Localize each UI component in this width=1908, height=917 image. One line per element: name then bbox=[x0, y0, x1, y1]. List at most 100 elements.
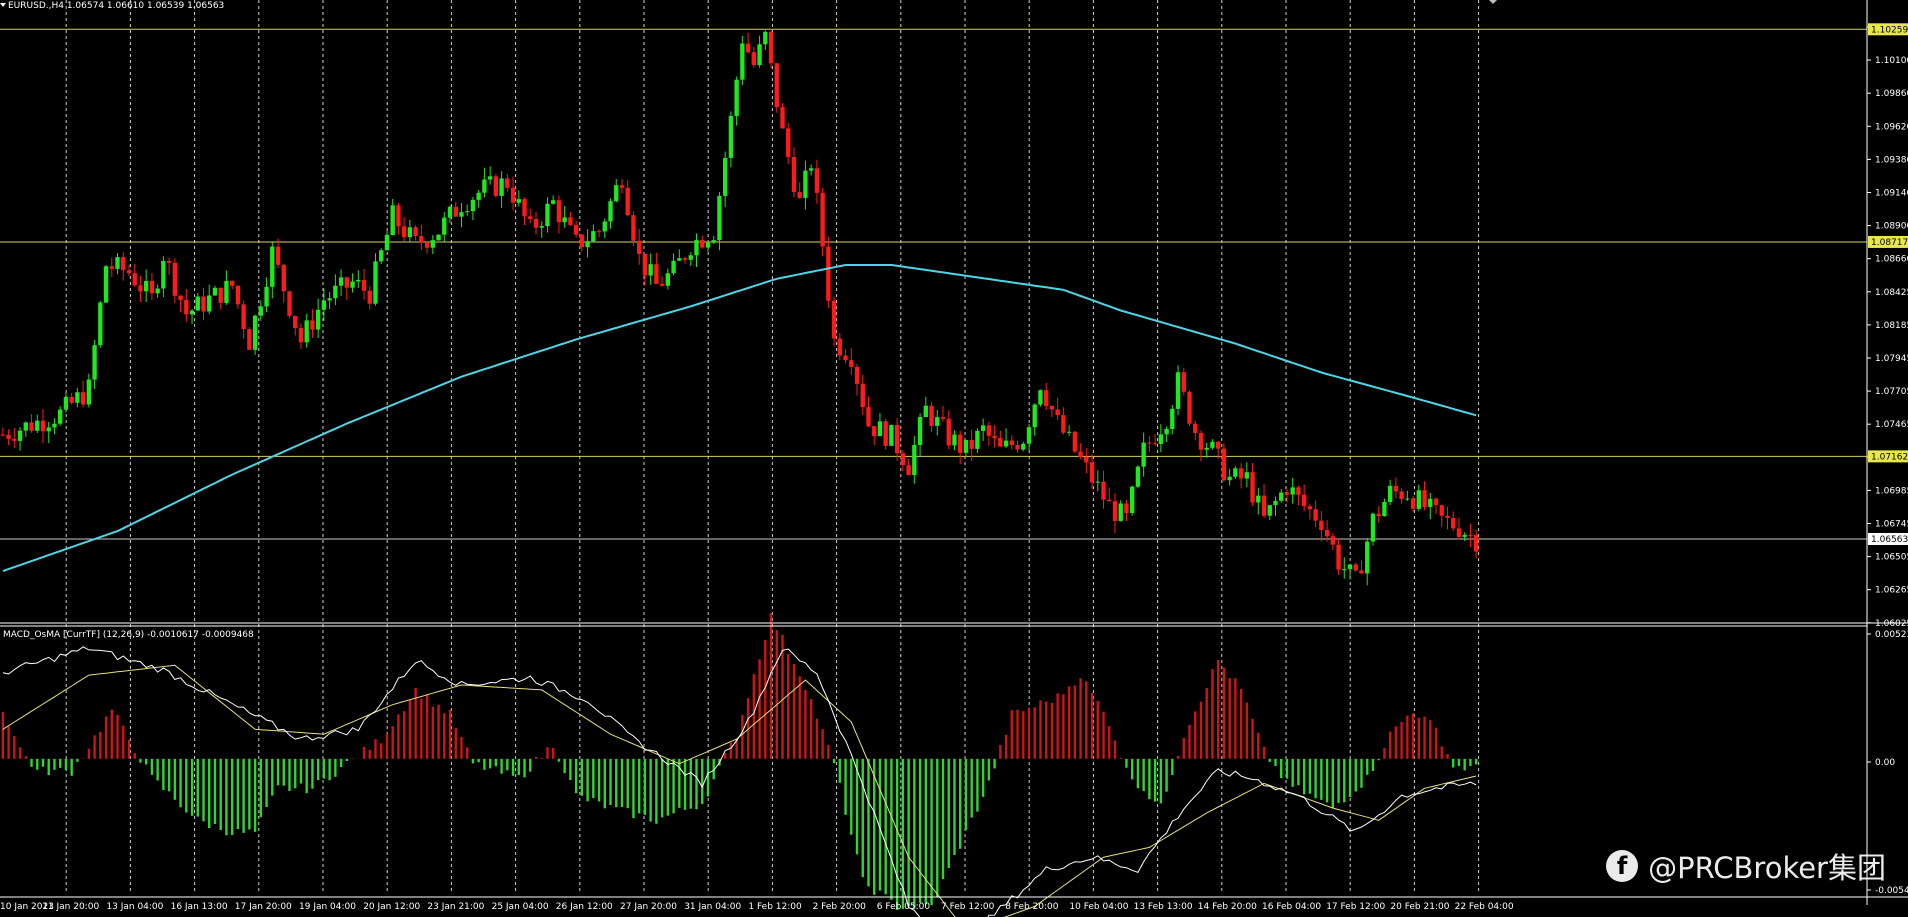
candle-body bbox=[1175, 372, 1181, 409]
candle-body bbox=[780, 107, 785, 129]
price-tick-label: 1.07465 bbox=[1875, 420, 1908, 430]
candle-body bbox=[1290, 487, 1295, 495]
candle-body bbox=[808, 168, 814, 171]
candle-body bbox=[453, 206, 458, 217]
candle-body bbox=[539, 226, 544, 228]
candle-body bbox=[912, 444, 917, 476]
candle-body bbox=[522, 199, 527, 217]
watermark-text: @PRCBroker集团 bbox=[1648, 851, 1886, 885]
candle-body bbox=[728, 115, 734, 158]
candle-body bbox=[700, 240, 705, 248]
candle-body bbox=[1359, 570, 1364, 574]
candle-body bbox=[883, 421, 888, 446]
time-label: 20 Feb 21:00 bbox=[1390, 902, 1449, 912]
candle-body bbox=[75, 392, 80, 403]
candle-body bbox=[258, 306, 264, 316]
candle-body bbox=[1256, 495, 1261, 503]
candle-body bbox=[1187, 391, 1192, 424]
candle-body bbox=[1221, 448, 1227, 481]
time-label: 10 Feb 04:00 bbox=[1069, 902, 1128, 912]
candle-body bbox=[287, 291, 292, 316]
candle-body bbox=[1152, 443, 1158, 445]
candle-body bbox=[596, 231, 602, 233]
candle-body bbox=[734, 79, 739, 116]
candle-body bbox=[1107, 499, 1112, 502]
candle-body bbox=[958, 434, 963, 453]
candle-body bbox=[1078, 451, 1083, 457]
candle-body bbox=[860, 383, 865, 408]
price-tick-label: 1.06505 bbox=[1875, 553, 1908, 563]
candle-body bbox=[1267, 505, 1272, 516]
candle-body bbox=[654, 264, 659, 284]
candle-body bbox=[115, 257, 120, 269]
candle-body bbox=[923, 405, 928, 418]
candle-body bbox=[1250, 472, 1255, 503]
candle-body bbox=[1170, 408, 1175, 430]
candle-body bbox=[1003, 440, 1009, 447]
candle-body bbox=[843, 355, 848, 361]
time-label: 23 Jan 21:00 bbox=[427, 902, 484, 912]
price-tick-label: 1.06985 bbox=[1875, 486, 1908, 496]
candle-body bbox=[1198, 432, 1204, 450]
time-label: 1 Feb 12:00 bbox=[748, 902, 802, 912]
candle-body bbox=[814, 168, 820, 193]
price-tick-label: 1.06265 bbox=[1875, 586, 1908, 596]
candle-body bbox=[1284, 492, 1290, 495]
candle-body bbox=[1164, 429, 1169, 435]
time-label: 13 Jan 04:00 bbox=[106, 902, 163, 912]
candle-body bbox=[201, 296, 206, 312]
candle-body bbox=[797, 191, 802, 198]
candle-body bbox=[247, 329, 252, 350]
candle-body bbox=[894, 424, 900, 454]
candle-body bbox=[442, 217, 447, 235]
candle-body bbox=[1393, 485, 1399, 492]
candle-body bbox=[694, 240, 699, 256]
candle-body bbox=[1061, 415, 1066, 433]
candle-body bbox=[407, 227, 413, 238]
candle-body bbox=[46, 427, 51, 432]
candle-body bbox=[1468, 534, 1473, 536]
candle-body bbox=[625, 187, 630, 216]
time-label: 19 Jan 04:00 bbox=[299, 902, 356, 912]
price-tick-label: 1.09140 bbox=[1875, 189, 1908, 199]
candle-body bbox=[774, 63, 779, 108]
candle-body bbox=[138, 285, 143, 292]
candle-body bbox=[1055, 409, 1060, 416]
candle-body bbox=[659, 283, 665, 286]
indicator-tick-label: 0.005234 bbox=[1875, 630, 1908, 640]
candle-body bbox=[235, 285, 241, 305]
candle-body bbox=[103, 266, 109, 303]
candle-body bbox=[1451, 517, 1456, 529]
candle-body bbox=[218, 287, 223, 303]
time-label: 31 Jan 04:00 bbox=[684, 902, 741, 912]
candle-body bbox=[1101, 481, 1106, 500]
candle-body bbox=[1347, 564, 1353, 570]
price-tick-label: 1.08900 bbox=[1875, 222, 1908, 232]
candle-body bbox=[413, 227, 418, 237]
candle-body bbox=[1181, 372, 1186, 392]
candle-body bbox=[493, 176, 499, 196]
candle-body bbox=[29, 422, 34, 431]
candle-body bbox=[986, 425, 992, 436]
candle-body bbox=[52, 423, 57, 428]
candle-body bbox=[917, 417, 923, 445]
time-label: 17 Feb 12:00 bbox=[1326, 902, 1385, 912]
candle-body bbox=[831, 300, 837, 339]
candle-body bbox=[396, 205, 401, 227]
candle-body bbox=[264, 286, 269, 307]
candle-body bbox=[1416, 490, 1421, 509]
candle-body bbox=[1021, 443, 1026, 450]
candle-body bbox=[1193, 423, 1198, 433]
candle-body bbox=[854, 366, 860, 384]
candle-body bbox=[637, 240, 642, 254]
candle-body bbox=[189, 310, 195, 315]
candle-body bbox=[510, 187, 516, 203]
price-tick-label: 1.09620 bbox=[1875, 122, 1908, 132]
candle-body bbox=[1462, 534, 1467, 537]
price-tick-label: 1.08660 bbox=[1875, 255, 1908, 265]
candle-body bbox=[556, 200, 562, 223]
candle-body bbox=[963, 439, 969, 453]
candle-body bbox=[757, 44, 762, 66]
candle-body bbox=[1422, 490, 1427, 507]
candle-body bbox=[1456, 528, 1462, 537]
